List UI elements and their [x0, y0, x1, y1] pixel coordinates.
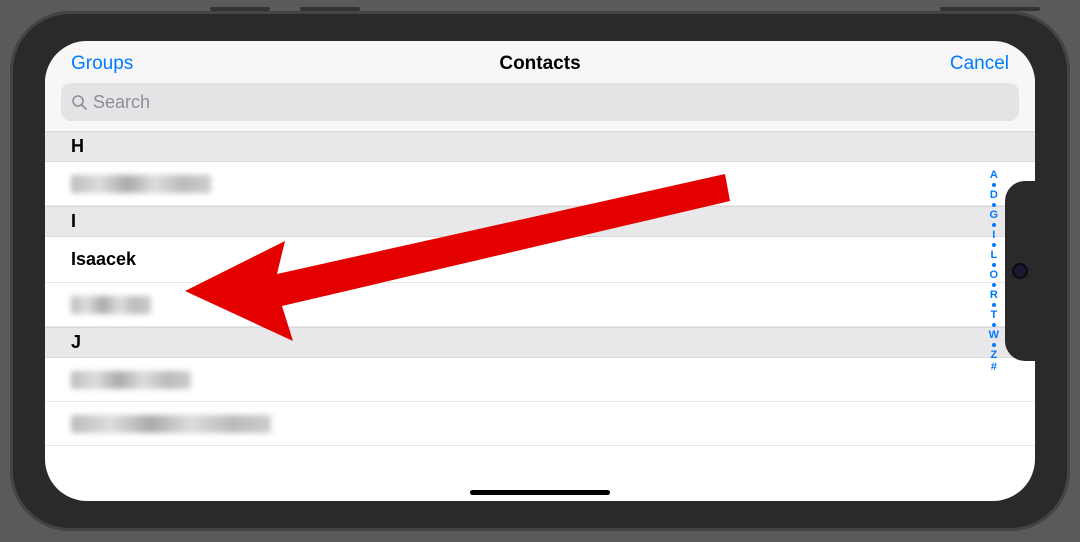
index-dot[interactable]	[992, 303, 996, 307]
redacted-name	[71, 175, 211, 193]
search-wrap: Search	[45, 83, 1035, 131]
index-letter-W[interactable]: W	[989, 329, 999, 341]
screen: Groups Contacts Cancel Search H I Isaacek J…	[45, 41, 1035, 501]
index-letter-#[interactable]: #	[991, 361, 997, 373]
redacted-name	[71, 415, 271, 433]
page-title: Contacts	[384, 53, 697, 75]
index-letter-G[interactable]: G	[990, 209, 999, 221]
index-dot[interactable]	[992, 183, 996, 187]
index-dot[interactable]	[992, 223, 996, 227]
phone-physical-buttons	[210, 7, 1040, 11]
index-letter-D[interactable]: D	[990, 189, 998, 201]
index-letter-O[interactable]: O	[990, 269, 999, 281]
index-dot[interactable]	[992, 263, 996, 267]
contact-list[interactable]: H I Isaacek J	[45, 131, 1035, 446]
search-input[interactable]: Search	[61, 83, 1019, 121]
index-letter-Z[interactable]: Z	[990, 349, 997, 361]
search-placeholder: Search	[93, 92, 150, 113]
section-header-H: H	[45, 131, 1035, 162]
index-dot[interactable]	[992, 343, 996, 347]
notch	[1005, 181, 1035, 361]
front-camera	[1012, 263, 1028, 279]
contact-row-blurred[interactable]	[45, 358, 1035, 402]
alpha-index-bar[interactable]: ADGILORTWZ#	[989, 169, 999, 373]
index-letter-L[interactable]: L	[990, 249, 997, 261]
phone-frame: Groups Contacts Cancel Search H I Isaacek J…	[10, 11, 1070, 531]
redacted-name	[71, 371, 191, 389]
section-header-I: I	[45, 206, 1035, 237]
redacted-name	[71, 296, 151, 314]
search-icon	[71, 94, 87, 110]
index-dot[interactable]	[992, 283, 996, 287]
index-letter-I[interactable]: I	[992, 229, 995, 241]
cancel-button[interactable]: Cancel	[696, 53, 1009, 75]
section-header-J: J	[45, 327, 1035, 358]
contact-row-blurred[interactable]	[45, 162, 1035, 206]
navbar: Groups Contacts Cancel	[45, 41, 1035, 83]
contact-isaacek[interactable]: Isaacek	[45, 237, 1035, 283]
index-dot[interactable]	[992, 203, 996, 207]
index-letter-T[interactable]: T	[990, 309, 997, 321]
home-indicator[interactable]	[470, 490, 610, 495]
contact-row-blurred[interactable]	[45, 402, 1035, 446]
index-dot[interactable]	[992, 323, 996, 327]
index-dot[interactable]	[992, 243, 996, 247]
groups-button[interactable]: Groups	[71, 53, 384, 75]
index-letter-A[interactable]: A	[990, 169, 998, 181]
contact-row-blurred[interactable]	[45, 283, 1035, 327]
contact-name-label: Isaacek	[71, 249, 136, 270]
index-letter-R[interactable]: R	[990, 289, 998, 301]
